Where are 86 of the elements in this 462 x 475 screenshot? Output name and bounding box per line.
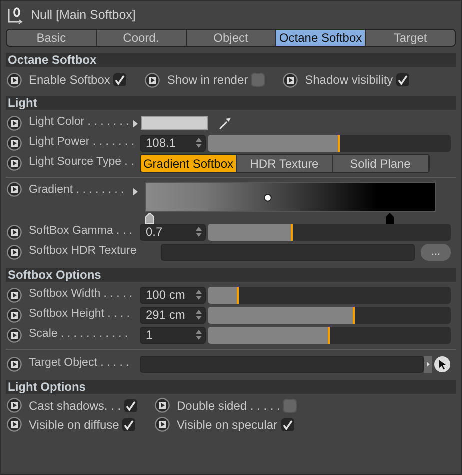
checkbox-label: Show in render [167, 72, 248, 89]
field-label: Light Color . . . . . . . [29, 115, 130, 130]
checkbox[interactable] [113, 73, 128, 87]
slider-track[interactable] [208, 326, 451, 344]
field-label: Scale . . . . . . . . . . . [29, 327, 130, 342]
option-button[interactable]: HDR Texture [237, 154, 333, 172]
expand-arrow-icon[interactable] [133, 120, 138, 128]
field-value: 1 [146, 327, 153, 344]
slider-track[interactable] [208, 286, 451, 304]
gradient-knob[interactable] [145, 213, 155, 225]
gradient-midpoint-handle[interactable] [264, 194, 272, 202]
keyframe-icon[interactable] [7, 288, 22, 302]
keyframe-icon[interactable] [7, 182, 22, 197]
tab[interactable]: Basic [7, 30, 97, 46]
keyframe-icon[interactable] [7, 356, 22, 372]
checkbox-label: Double sided . . . . . [177, 398, 280, 414]
keyframe-icon[interactable] [7, 224, 22, 240]
keyframe-icon[interactable] [7, 116, 22, 130]
number-field[interactable]: 291 cm [140, 306, 206, 324]
checkbox-label: Cast shadows. . . [29, 398, 122, 414]
field-label: Target Object . . . . . [29, 356, 130, 372]
null-object-icon [7, 6, 25, 24]
keyframe-icon[interactable] [7, 398, 22, 413]
checkbox[interactable] [396, 73, 410, 87]
checkbox[interactable] [122, 418, 136, 432]
keyframe-icon[interactable] [283, 72, 298, 88]
section-header: Light Options [6, 380, 456, 394]
field-value: 108.1 [146, 135, 176, 152]
keyframe-icon[interactable] [145, 72, 160, 88]
tab[interactable]: Object [186, 30, 276, 46]
field-label: Light Source Type . . [29, 155, 136, 170]
browse-button[interactable]: ... [421, 244, 451, 260]
field-label: Light Power . . . . . . . [29, 135, 136, 150]
field-value: 0.7 [146, 224, 163, 241]
keyframe-icon[interactable] [155, 398, 170, 413]
keyframe-icon[interactable] [7, 308, 22, 322]
field-label: Softbox HDR Texture [29, 244, 138, 260]
spinner-arrows-icon[interactable] [196, 227, 202, 237]
spinner-arrows-icon[interactable] [196, 138, 202, 148]
field-label: Softbox Width . . . . . [29, 287, 134, 302]
gradient-bar[interactable] [145, 182, 436, 212]
tab[interactable]: Target [366, 30, 455, 46]
slider-track[interactable] [208, 306, 451, 324]
number-field[interactable]: 1 [140, 326, 206, 344]
field-label: SoftBox Gamma . . . [29, 224, 134, 240]
checkbox-label: Shadow visibility [305, 72, 394, 89]
number-field[interactable]: 100 cm [140, 286, 206, 304]
spinner-arrows-icon[interactable] [196, 330, 202, 340]
tab[interactable]: Coord. [96, 30, 187, 46]
section-header: Octane Softbox [6, 53, 456, 67]
field-label: Softbox Height . . . . [29, 307, 131, 322]
checkbox-label: Visible on specular [177, 416, 278, 434]
keyframe-icon[interactable] [7, 156, 22, 170]
tab[interactable]: Octane Softbox [276, 30, 366, 46]
spinner-arrows-icon[interactable] [196, 310, 202, 320]
checkbox-label: Visible on diffuse [29, 416, 120, 434]
eyedropper-icon[interactable] [218, 116, 232, 130]
keyframe-icon[interactable] [7, 328, 22, 342]
spinner-arrows-icon[interactable] [196, 290, 202, 300]
checkbox[interactable] [251, 73, 266, 87]
keyframe-icon[interactable] [7, 417, 22, 432]
checkbox[interactable] [283, 398, 298, 412]
file-path-field[interactable] [161, 244, 415, 260]
slider-track[interactable] [208, 134, 451, 152]
keyframe-icon[interactable] [7, 244, 22, 260]
number-field[interactable]: 0.7 [140, 224, 206, 240]
number-field[interactable]: 108.1 [140, 134, 206, 152]
link-field[interactable] [140, 356, 424, 372]
section-header: Light [6, 96, 456, 110]
keyframe-icon[interactable] [155, 417, 170, 432]
checkbox[interactable] [280, 418, 295, 432]
color-swatch[interactable] [141, 116, 208, 130]
checkbox[interactable] [124, 398, 138, 412]
expand-arrow-icon[interactable] [133, 188, 138, 196]
window-title: Null [Main Softbox] [31, 6, 136, 24]
option-button[interactable]: Solid Plane [333, 154, 429, 172]
pick-pointer-icon[interactable] [434, 356, 451, 372]
section-header: Softbox Options [6, 268, 456, 282]
checkbox-label: Enable Softbox [29, 72, 110, 89]
keyframe-icon[interactable] [7, 72, 22, 88]
slider-track[interactable] [208, 224, 451, 240]
keyframe-icon[interactable] [7, 136, 22, 150]
field-label: Gradient . . . . . . . . [29, 183, 126, 198]
field-value: 100 cm [146, 287, 186, 304]
field-value: 291 cm [146, 307, 186, 324]
option-button[interactable]: Gradient Softbox [141, 154, 237, 172]
